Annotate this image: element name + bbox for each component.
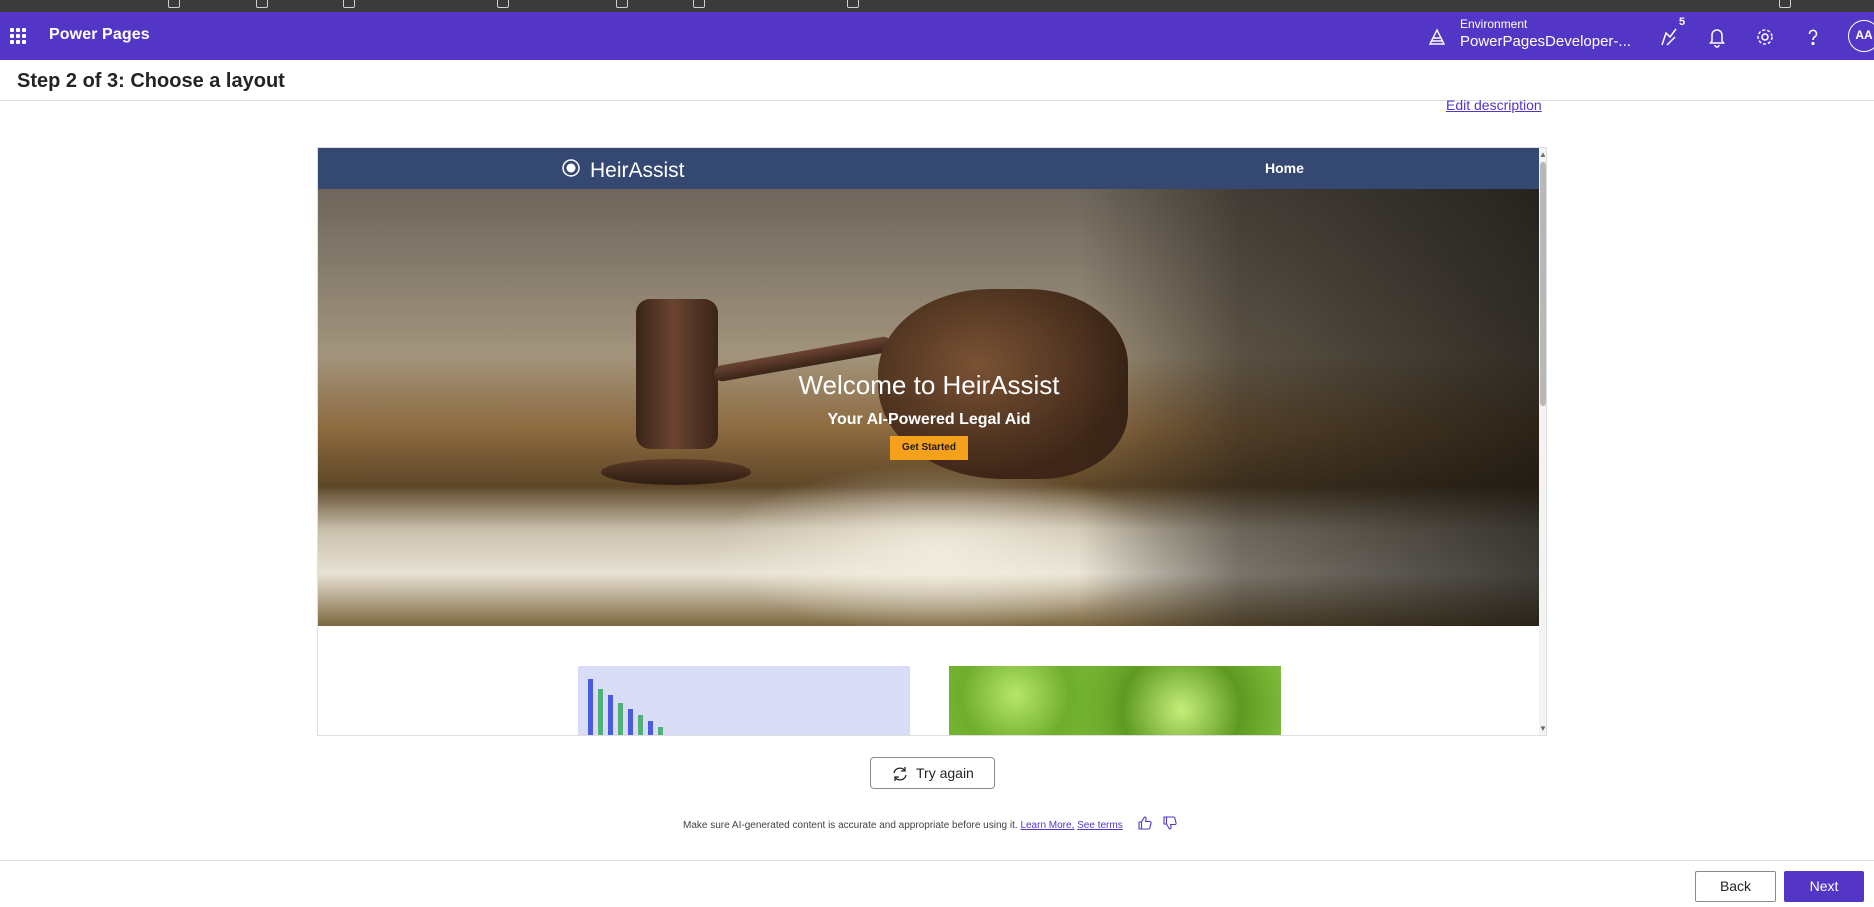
refresh-icon bbox=[893, 767, 907, 781]
preview-get-started-button: Get Started bbox=[890, 436, 968, 460]
header-divider bbox=[0, 100, 1874, 101]
see-terms-link[interactable]: See terms bbox=[1077, 820, 1123, 831]
gear-icon bbox=[1757, 29, 1773, 45]
notification-count-badge: 5 bbox=[1679, 16, 1686, 28]
settings-button[interactable] bbox=[1752, 24, 1778, 50]
preview-scrollbar-thumb[interactable] bbox=[1540, 162, 1546, 406]
next-button[interactable]: Next bbox=[1784, 871, 1864, 902]
preview-site-nav: HeirAssist Home bbox=[318, 148, 1540, 189]
back-button[interactable]: Back bbox=[1695, 871, 1776, 902]
app-title[interactable]: Power Pages bbox=[49, 26, 150, 44]
browser-bookmarks-strip bbox=[0, 0, 1874, 12]
waffle-icon[interactable] bbox=[10, 28, 26, 44]
avatar[interactable]: AA bbox=[1848, 20, 1874, 52]
edit-description-link[interactable]: Edit description bbox=[1446, 97, 1542, 113]
page-title: Step 2 of 3: Choose a layout bbox=[17, 70, 285, 92]
try-again-button[interactable]: Try again bbox=[870, 757, 995, 789]
thumbs-down-icon[interactable] bbox=[1162, 815, 1178, 831]
environment-icon bbox=[1428, 28, 1446, 45]
learn-more-link[interactable]: Learn More, bbox=[1020, 820, 1074, 831]
preview-brand-name: HeirAssist bbox=[590, 159, 685, 182]
top-app-bar: Power Pages Environment PowerPagesDevelo… bbox=[0, 12, 1874, 60]
try-again-label: Try again bbox=[916, 765, 974, 781]
help-icon bbox=[1808, 29, 1818, 46]
notifications-button[interactable] bbox=[1704, 24, 1730, 50]
preview-hero-image: Welcome to HeirAssist Your AI-Powered Le… bbox=[318, 189, 1540, 626]
site-logo-icon bbox=[562, 159, 580, 177]
ai-disclaimer: Make sure AI-generated content is accura… bbox=[683, 820, 1123, 831]
preview-hero-title: Welcome to HeirAssist bbox=[798, 370, 1060, 400]
preview-scrollbar[interactable]: ▲ ▼ bbox=[1539, 148, 1546, 735]
ai-disclaimer-text: Make sure AI-generated content is accura… bbox=[683, 820, 1018, 831]
thumbs-up-icon[interactable] bbox=[1137, 815, 1153, 831]
environment-label: Environment bbox=[1460, 17, 1528, 31]
preview-nav-home: Home bbox=[1265, 160, 1304, 176]
preview-card-image-chart bbox=[578, 666, 910, 735]
preview-hero-subtitle: Your AI-Powered Legal Aid bbox=[827, 411, 1031, 428]
preview-card-image-leaves bbox=[949, 666, 1281, 735]
bell-icon bbox=[1709, 29, 1725, 48]
help-button[interactable] bbox=[1800, 24, 1826, 50]
layout-preview-frame[interactable]: HeirAssist Home Welcome to HeirAssist Yo… bbox=[317, 147, 1547, 736]
environment-picker[interactable]: PowerPagesDeveloper-... bbox=[1460, 33, 1631, 50]
footer-divider bbox=[0, 860, 1874, 861]
